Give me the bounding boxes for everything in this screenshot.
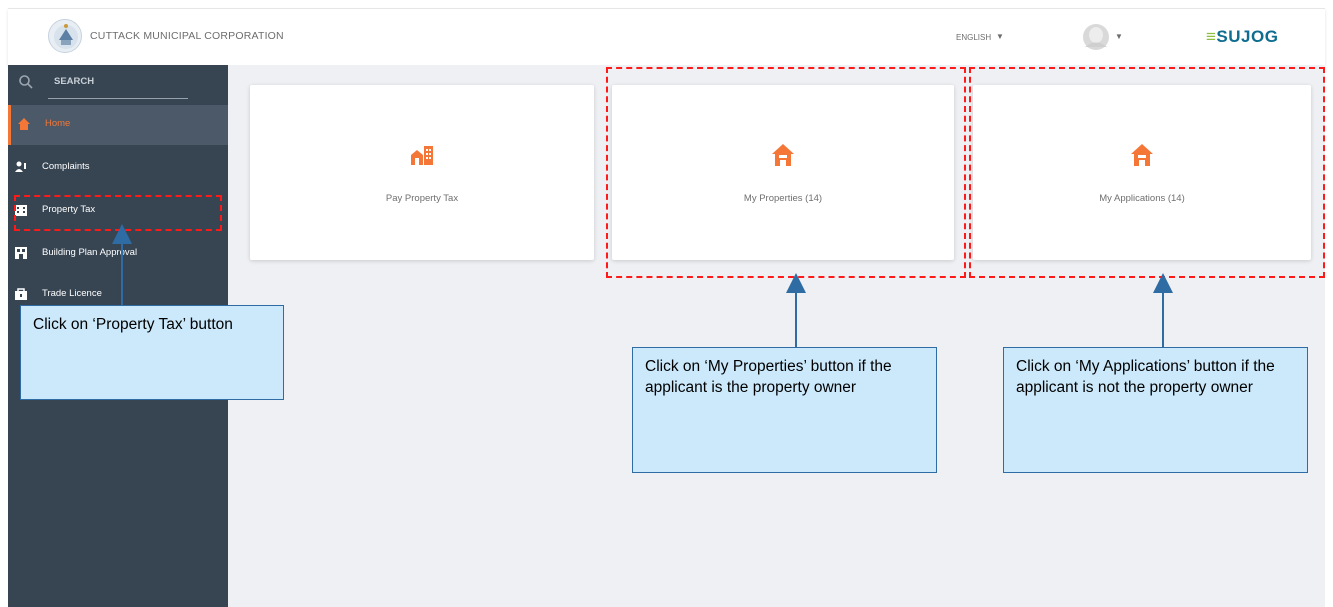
home-icon (18, 118, 30, 130)
screen: CUTTACK MUNICIPAL CORPORATION ENGLISH ▼ … (0, 0, 1333, 607)
property-tax-highlight (14, 195, 222, 231)
sujog-logo: ≡SUJOG (1206, 27, 1279, 46)
user-avatar-icon[interactable] (1082, 23, 1110, 51)
search-icon (19, 75, 33, 89)
chevron-down-icon[interactable]: ▼ (1115, 32, 1123, 41)
my-applications-highlight (969, 67, 1325, 278)
pay-property-tax-card[interactable]: Pay Property Tax (250, 85, 594, 260)
card-label: Pay Property Tax (385, 193, 459, 204)
municipal-emblem-icon[interactable] (48, 19, 82, 53)
sidebar-item-building-plan-approval[interactable]: Building Plan Approval (8, 234, 228, 274)
organization-name: CUTTACK MUNICIPAL CORPORATION (90, 30, 284, 42)
sidebar-item-home[interactable]: Home (8, 105, 228, 145)
my-applications-callout: Click on ‘My Applications’ button if the… (1003, 347, 1308, 473)
sidebar-item-complaints[interactable]: Complaints (8, 148, 228, 188)
building-plan-icon (15, 247, 27, 259)
my-properties-highlight (606, 67, 966, 278)
sidebar-item-label: Complaints (42, 161, 90, 172)
my-properties-callout: Click on ‘My Properties’ button if the a… (632, 347, 937, 473)
top-header: CUTTACK MUNICIPAL CORPORATION ENGLISH ▼ … (8, 8, 1325, 65)
brand-text: SUJOG (1216, 27, 1279, 46)
sidebar-item-label: Trade Licence (42, 288, 102, 299)
sidebar-item-label: Building Plan Approval (42, 247, 138, 258)
search-underline (48, 98, 188, 99)
sidebar-search[interactable]: SEARCH (8, 65, 228, 105)
sidebar-item-label: Home (45, 118, 71, 129)
search-label: SEARCH (54, 76, 95, 87)
buildings-icon (411, 146, 433, 165)
complaints-icon (15, 161, 26, 172)
chevron-down-icon[interactable]: ▼ (996, 32, 1004, 41)
property-tax-callout: Click on ‘Property Tax’ button (20, 305, 284, 400)
language-selector[interactable]: ENGLISH (956, 33, 991, 42)
trade-licence-icon (15, 288, 27, 300)
